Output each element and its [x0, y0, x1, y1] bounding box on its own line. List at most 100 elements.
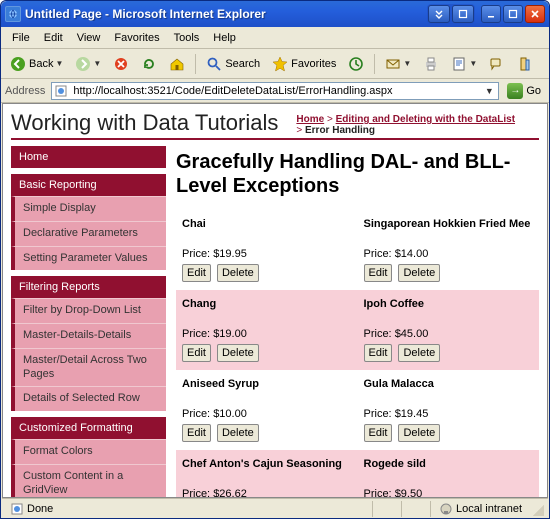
- resize-grip[interactable]: [530, 502, 544, 516]
- page-heading: Gracefully Handling DAL- and BLL-Level E…: [176, 150, 539, 198]
- product-card: ChangPrice: $19.00EditDelete: [176, 290, 358, 370]
- nav-master-detail-two-pages[interactable]: Master/Detail Across Two Pages: [11, 348, 166, 387]
- menu-edit[interactable]: Edit: [37, 30, 70, 46]
- history-button[interactable]: [343, 53, 369, 75]
- refresh-button[interactable]: [136, 53, 162, 75]
- delete-button[interactable]: Delete: [217, 344, 259, 362]
- menu-view[interactable]: View: [70, 30, 108, 46]
- delete-button[interactable]: Delete: [398, 424, 440, 442]
- chevron-down-icon: ▼: [469, 59, 477, 68]
- menu-favorites[interactable]: Favorites: [107, 30, 166, 46]
- home-button[interactable]: [164, 53, 190, 75]
- nav-details-selected-row[interactable]: Details of Selected Row: [11, 386, 166, 411]
- product-card: Gula MalaccaPrice: $19.45EditDelete: [358, 370, 540, 450]
- nav-declarative-parameters[interactable]: Declarative Parameters: [11, 221, 166, 246]
- stop-button[interactable]: [108, 53, 134, 75]
- site-title: Working with Data Tutorials: [11, 110, 278, 136]
- go-button[interactable]: → Go: [503, 83, 545, 99]
- address-bar: Address ▼ → Go: [1, 79, 549, 103]
- edit-button[interactable]: Edit: [182, 344, 211, 362]
- edit-button[interactable]: Edit: [364, 424, 393, 442]
- nav-filtering-reports[interactable]: Filtering Reports: [11, 276, 166, 298]
- favorites-label: Favorites: [291, 58, 336, 70]
- sidebar: Home Basic Reporting Simple Display Decl…: [11, 146, 166, 497]
- status-empty-1: [377, 501, 397, 517]
- favorites-button[interactable]: Favorites: [267, 53, 341, 75]
- menu-help[interactable]: Help: [206, 30, 243, 46]
- nav-basic-reporting[interactable]: Basic Reporting: [11, 174, 166, 196]
- forward-button[interactable]: ▼: [70, 53, 106, 75]
- product-card: Aniseed SyrupPrice: $10.00EditDelete: [176, 370, 358, 450]
- nav-home[interactable]: Home: [11, 146, 166, 168]
- mail-button[interactable]: ▼: [380, 53, 416, 75]
- edit-button[interactable]: Edit: [364, 344, 393, 362]
- delete-button[interactable]: Delete: [217, 264, 259, 282]
- edit-button[interactable]: ▼: [446, 53, 482, 75]
- status-zone: Local intranet: [435, 501, 526, 517]
- url-dropdown[interactable]: ▼: [482, 86, 496, 96]
- product-card: ChaiPrice: $19.95EditDelete: [176, 210, 358, 290]
- search-icon: [206, 56, 222, 72]
- product-card: Rogede sildPrice: $9.50EditDelete: [358, 450, 540, 497]
- product-price: Price: $14.00: [364, 248, 534, 260]
- nav-format-colors[interactable]: Format Colors: [11, 439, 166, 464]
- back-icon: [10, 56, 26, 72]
- product-price: Price: $26.62: [182, 488, 352, 497]
- search-label: Search: [225, 58, 260, 70]
- chevron-down-icon: ▼: [55, 59, 63, 68]
- status-text: Done: [27, 503, 53, 515]
- chevron-down-icon: ▼: [93, 59, 101, 68]
- zone-icon: [439, 502, 453, 516]
- menu-tools[interactable]: Tools: [167, 30, 207, 46]
- window-title: Untitled Page - Microsoft Internet Explo…: [25, 7, 427, 21]
- menu-file[interactable]: File: [5, 30, 37, 46]
- ext-button-1[interactable]: [428, 5, 450, 23]
- nav-master-details-details[interactable]: Master-Details-Details: [11, 323, 166, 348]
- main-content: Gracefully Handling DAL- and BLL-Level E…: [176, 146, 539, 497]
- nav-filter-by-dropdown[interactable]: Filter by Drop-Down List: [11, 298, 166, 323]
- research-button[interactable]: [512, 53, 538, 75]
- mail-icon: [385, 56, 401, 72]
- back-button[interactable]: Back ▼: [5, 53, 68, 75]
- scroll-area[interactable]: Working with Data Tutorials Home > Editi…: [3, 104, 547, 497]
- maximize-button[interactable]: [503, 5, 523, 23]
- delete-button[interactable]: Delete: [398, 344, 440, 362]
- discuss-icon: [489, 56, 505, 72]
- nav-simple-display[interactable]: Simple Display: [11, 196, 166, 221]
- edit-icon: [451, 56, 467, 72]
- search-button[interactable]: Search: [201, 53, 265, 75]
- edit-button[interactable]: Edit: [182, 424, 211, 442]
- nav-customized-formatting[interactable]: Customized Formatting: [11, 417, 166, 439]
- product-price: Price: $10.00: [182, 408, 352, 420]
- ext-button-2[interactable]: [452, 5, 474, 23]
- crumb-section[interactable]: Editing and Deleting with the DataList: [336, 114, 515, 125]
- close-button[interactable]: [525, 5, 545, 23]
- edit-button[interactable]: Edit: [364, 264, 393, 282]
- minimize-button[interactable]: [481, 5, 501, 23]
- go-label: Go: [526, 85, 541, 97]
- toolbar: Back ▼ ▼ Search Favorites ▼ ▼: [1, 49, 549, 79]
- refresh-icon: [141, 56, 157, 72]
- favorites-icon: [272, 56, 288, 72]
- go-icon: →: [507, 83, 523, 99]
- forward-icon: [75, 56, 91, 72]
- back-label: Back: [29, 58, 53, 70]
- ie-app-icon: [5, 6, 21, 22]
- delete-button[interactable]: Delete: [398, 264, 440, 282]
- product-name: Rogede sild: [364, 458, 534, 470]
- nav-custom-content-gridview[interactable]: Custom Content in a GridView: [11, 464, 166, 497]
- discuss-button[interactable]: [484, 53, 510, 75]
- url-input[interactable]: [71, 84, 482, 98]
- print-button[interactable]: [418, 53, 444, 75]
- nav-setting-parameter-values[interactable]: Setting Parameter Values: [11, 246, 166, 271]
- edit-button[interactable]: Edit: [182, 264, 211, 282]
- viewport: Working with Data Tutorials Home > Editi…: [2, 103, 548, 498]
- titlebar: Untitled Page - Microsoft Internet Explo…: [1, 1, 549, 27]
- product-name: Chai: [182, 218, 352, 230]
- delete-button[interactable]: Delete: [217, 424, 259, 442]
- home-icon: [169, 56, 185, 72]
- breadcrumb: Home > Editing and Deleting with the Dat…: [278, 110, 539, 136]
- url-box[interactable]: ▼: [51, 82, 499, 100]
- crumb-home[interactable]: Home: [296, 114, 324, 125]
- product-card: Ipoh CoffeePrice: $45.00EditDelete: [358, 290, 540, 370]
